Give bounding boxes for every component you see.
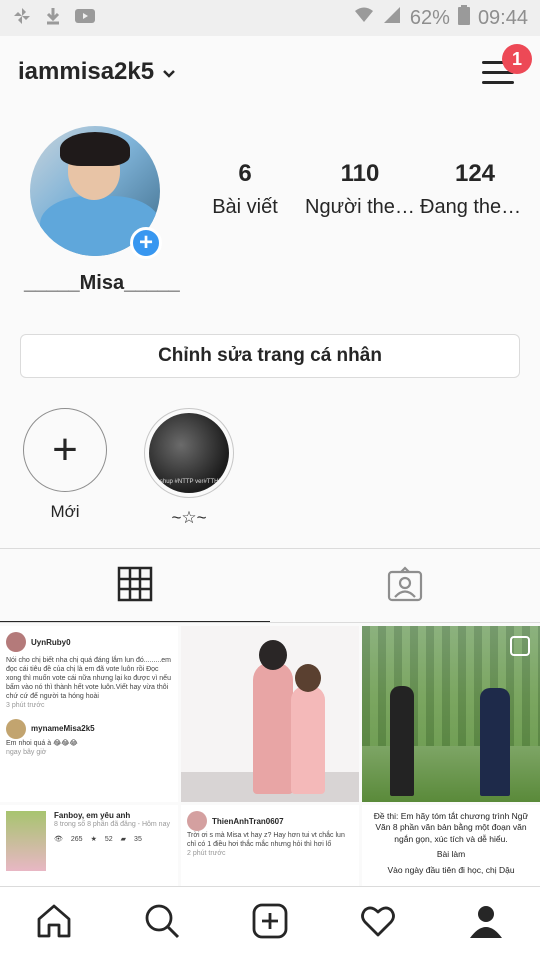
posts-count[interactable]: 6 Bài viết [190,160,300,219]
post-user: UynRuby0 [31,637,71,647]
search-icon [143,902,181,945]
posts-value: 6 [238,160,252,187]
post-meta: 8 trong số 8 phần đã đăng - Hôm nay [54,821,170,828]
add-story-button[interactable]: + [130,227,162,259]
post-subtitle: Bài làm [436,849,466,860]
highlight-label: Mới [50,502,80,521]
post-thumbnail[interactable]: UynRuby0 Nói cho chị biết nha chị quá đá… [0,626,178,802]
tab-tagged[interactable] [270,549,540,623]
highlight-new[interactable]: + Mới [20,408,110,522]
post-text: Đề thi: Em hãy tóm tắt chương trình Ngữ … [373,811,529,844]
youtube-icon [74,8,96,29]
tab-divider [0,622,540,623]
nav-activity[interactable] [348,894,408,954]
plus-icon: + [138,229,153,256]
highlight-cover: Mashup #NTTP ver#TTHKK [149,413,229,493]
posts-label: Bài viết [212,196,278,218]
multiple-photos-icon [510,636,530,656]
post-thumbnail[interactable]: Fanboy, em yêu anh 8 trong số 8 phần đã … [0,805,178,886]
highlight-item[interactable]: Mashup #NTTP ver#TTHKK ~☆~ [144,408,234,528]
post-time: 3 phút trước [6,702,45,710]
nav-new-post[interactable] [240,894,300,954]
posts-grid: UynRuby0 Nói cho chị biết nha chị quá đá… [0,626,540,886]
highlight-cover-caption: Mashup #NTTP ver#TTHKK [151,479,227,485]
followers-count[interactable]: 110 Người theo dõi [305,160,415,219]
views-count: 265 [70,836,83,844]
tagged-person-icon [387,565,423,607]
profile-tabs [0,549,540,623]
bottom-nav [0,886,540,960]
followers-value: 110 [340,160,380,187]
avatar [187,811,207,831]
post-user: ThienAnhTran0607 [212,816,284,826]
account-switcher[interactable]: iammisa2k5 [18,58,176,86]
heart-icon [359,902,397,945]
signal-icon [382,6,402,30]
post-thumbnail[interactable]: Đề thi: Em hãy tóm tắt chương trình Ngữ … [362,805,540,886]
tab-grid[interactable] [0,549,270,623]
comments-count: 35 [134,836,142,844]
edit-profile-button[interactable]: Chỉnh sửa trang cá nhân [20,334,520,378]
download-icon [44,6,62,31]
star-icon: ★ [90,836,97,844]
reply-text: Em nhoi quá à 😂😂😂 [6,739,78,747]
grid-icon [117,566,153,607]
status-bar: 62% 09:44 [0,0,540,36]
eye-icon: 👁 [54,836,63,844]
post-thumbnail[interactable]: ThienAnhTran0607 Trời ơi s mà Misa vt ha… [181,805,359,886]
battery-percent: 62% [409,6,450,29]
post-cover [6,811,46,871]
followers-label: Người theo dõi [305,196,415,218]
username: iammisa2k5 [18,58,155,85]
notification-badge: 1 [502,44,532,74]
wifi-icon [354,6,374,30]
profile-stats: 6 Bài viết 110 Người theo dõi 124 Đang t… [190,160,530,219]
nav-profile[interactable] [456,894,516,954]
post-thumbnail[interactable] [181,626,359,802]
profile-header: iammisa2k5 1 [0,36,540,108]
clock: 09:44 [477,6,528,29]
comment-icon: ▰ [120,836,127,844]
home-icon [35,902,73,945]
profile-icon [467,902,505,945]
post-time: 2 phút trước [187,850,226,858]
plus-square-icon [251,902,289,945]
post-text: Trời ơi s mà Misa vt hay z? Hay hơn tui … [187,832,345,849]
plus-icon: + [52,425,78,474]
avatar [6,632,26,652]
reply-time: ngay bây giờ [6,748,47,756]
following-label: Đang theo dõi [420,196,530,218]
display-name: _____Misa_____ [24,272,180,294]
reply-user: mynameMisa2k5 [31,724,95,734]
battery-icon [457,5,470,31]
nav-home[interactable] [24,894,84,954]
votes-count: 52 [104,836,113,844]
post-text: Nói cho chị biết nha chị quá đáng lắm lu… [6,657,171,701]
post-thumbnail[interactable] [362,626,540,802]
post-user: Fanboy, em yêu anh [54,811,131,820]
post-body: Vào ngày đầu tiên đi học, chị Dậu [387,864,515,875]
pinwheel-icon [12,6,32,31]
nav-search[interactable] [132,894,192,954]
following-count[interactable]: 124 Đang theo dõi [420,160,530,219]
avatar [6,718,26,739]
menu-button[interactable]: 1 [482,44,532,92]
chevron-down-icon [162,58,176,86]
following-value: 124 [454,160,496,187]
highlight-label: ~☆~ [171,508,207,527]
